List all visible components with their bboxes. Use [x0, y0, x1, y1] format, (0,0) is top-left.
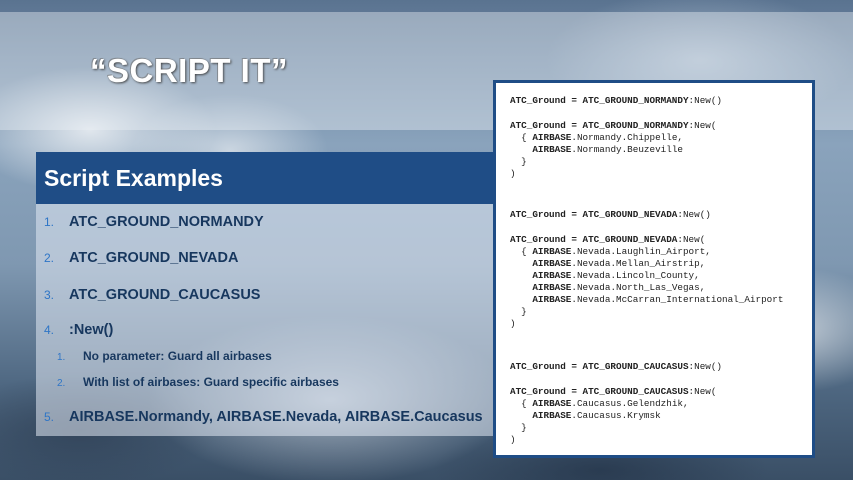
code-line: AIRBASE.Caucasus.Krymsk [532, 410, 661, 421]
list-item-number: 1. [44, 215, 55, 229]
code-line: ) [510, 318, 516, 329]
list-item-number: 3. [44, 288, 55, 302]
list-item-text: ATC_GROUND_CAUCASUS [69, 287, 261, 303]
list-subitem-number: 1. [57, 352, 66, 363]
code-line: } [510, 156, 527, 167]
code-line: { AIRBASE.Nevada.Laughlin_Airport, [510, 246, 711, 257]
code-line: AIRBASE.Nevada.North_Las_Vegas, [532, 282, 706, 293]
list-subitem: 2. With list of airbases: Guard specific … [57, 375, 339, 389]
list-item-number: 5. [44, 410, 55, 424]
list-item-number: 4. [44, 323, 55, 337]
code-line: ATC_Ground = ATC_GROUND_NORMANDY:New( [510, 120, 717, 131]
list-item-text: ATC_GROUND_NEVADA [69, 250, 239, 266]
code-line: { AIRBASE.Caucasus.Gelendzhik, [510, 398, 689, 409]
code-line: } [510, 306, 527, 317]
code-line: AIRBASE.Nevada.Mellan_Airstrip, [532, 258, 706, 269]
list-item: 3. ATC_GROUND_CAUCASUS [44, 287, 260, 303]
code-line: ATC_Ground = ATC_GROUND_CAUCASUS:New() [510, 361, 723, 372]
code-line: ATC_Ground = ATC_GROUND_CAUCASUS:New( [510, 386, 717, 397]
code-line: AIRBASE.Nevada.Lincoln_County, [532, 270, 700, 281]
code-line: } [510, 422, 527, 433]
script-examples-list: 1. ATC_GROUND_NORMANDY 2. ATC_GROUND_NEVAD… [36, 204, 496, 436]
list-item-text: ATC_GROUND_NORMANDY [69, 214, 264, 230]
list-subitem-text: No parameter: Guard all airbases [83, 349, 272, 363]
code-line: ATC_Ground = ATC_GROUND_NEVADA:New() [510, 209, 711, 220]
section-header-text: Script Examples [44, 165, 223, 191]
list-subitem-number: 2. [57, 378, 66, 389]
list-item-number: 2. [44, 251, 55, 265]
list-item: 4. :New() [44, 322, 113, 338]
slide-title: “SCRIPT IT” [90, 52, 289, 89]
list-item-text: AIRBASE.Normandy, AIRBASE.Nevada, AIRBAS… [69, 409, 483, 425]
list-subitem: 1. No parameter: Guard all airbases [57, 349, 272, 363]
list-item: 5. AIRBASE.Normandy, AIRBASE.Nevada, AIRB… [44, 409, 483, 425]
list-item: 1. ATC_GROUND_NORMANDY [44, 214, 264, 230]
list-item-text: :New() [69, 322, 114, 338]
section-header: Script Examples [36, 152, 496, 204]
list-item: 2. ATC_GROUND_NEVADA [44, 250, 238, 266]
code-line: AIRBASE.Nevada.McCarran_International_Ai… [532, 294, 784, 305]
code-line: ) [510, 434, 516, 445]
code-line: ATC_Ground = ATC_GROUND_NEVADA:New( [510, 234, 706, 245]
code-line: AIRBASE.Normandy.Beuzeville [532, 144, 683, 155]
code-line: ATC_Ground = ATC_GROUND_NORMANDY:New() [510, 95, 723, 106]
code-example-box: ATC_Ground = ATC_GROUND_NORMANDY:New() A… [493, 80, 815, 458]
code-line: ) [510, 168, 516, 179]
list-subitem-text: With list of airbases: Guard specific ai… [83, 375, 339, 389]
code-line: { AIRBASE.Normandy.Chippelle, [510, 132, 683, 143]
